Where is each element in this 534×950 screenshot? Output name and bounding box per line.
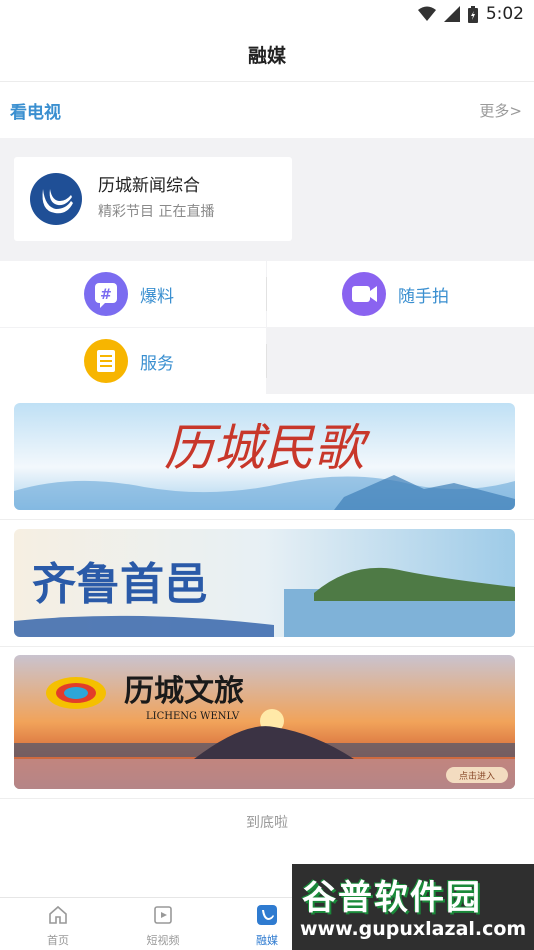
tab-label: 首页 [47,934,69,947]
status-time: 5:02 [485,4,524,24]
divider [266,344,267,378]
enter-badge[interactable]: 点击进入 [459,770,495,782]
status-bar: 5:02 [0,0,534,30]
divider [0,798,534,799]
banner-subtitle: LICHENG WENLV [146,711,240,722]
feature-suishoupai[interactable]: 随手拍 [267,261,534,327]
feature-label: 随手拍 [398,287,449,307]
banner-title: 历城民歌 [164,419,371,477]
feature-label: 服务 [140,354,174,374]
divider [0,519,534,520]
tab-label: 短视频 [146,934,180,947]
banner-licheng-tourism[interactable]: 历城文旅 LICHENG WENLV 点击进入 [14,655,515,789]
feature-baoliao[interactable]: # 爆料 [0,261,266,327]
channel-status: 精彩节目 正在直播 [98,204,215,220]
feature-label: 爆料 [140,287,174,307]
watermark-url: www.gupuxlazal.com [300,918,527,940]
home-icon [49,905,67,924]
tv-section-header: 看电视 更多> [0,82,534,138]
svg-text:#: # [100,287,112,303]
video-camera-icon [342,272,386,316]
divider [0,646,534,647]
wifi-icon [417,6,436,21]
tv-section-label: 看电视 [10,103,61,123]
banner-title: 历城文旅 [124,674,244,709]
more-link[interactable]: 更多> [479,100,522,121]
watermark: 谷普软件园 www.gupuxlazal.com [292,864,534,950]
video-icon [154,906,172,924]
media-icon [257,905,277,925]
tab-short-video[interactable]: 短视频 [123,904,203,948]
channel-logo-icon [30,173,82,225]
document-icon [84,339,128,383]
banner-licheng-folk-songs[interactable]: 历城民歌 [14,403,515,510]
signal-icon [443,6,460,22]
page-title: 融媒 [247,45,286,67]
title-bar: 融媒 [0,30,534,82]
channel-name: 历城新闻综合 [98,176,200,196]
banner-list: 历城民歌 齐鲁首邑 历城文旅 LICHENG WENLV 点击进入 到底啦 [0,394,534,897]
feature-grid: # 爆料 随手拍 服务 [0,261,534,394]
tab-home[interactable]: 首页 [18,904,98,948]
watermark-text: 谷普软件园 [302,878,482,918]
banner-title: 齐鲁首邑 [32,559,208,610]
end-of-list-label: 到底啦 [246,815,288,831]
hashtag-icon: # [84,272,128,316]
battery-icon [467,5,478,23]
feature-fuwu[interactable]: 服务 [0,328,266,394]
channel-card[interactable]: 历城新闻综合 精彩节目 正在直播 [14,157,292,241]
banner-qilu-shouyi[interactable]: 齐鲁首邑 [14,529,515,637]
